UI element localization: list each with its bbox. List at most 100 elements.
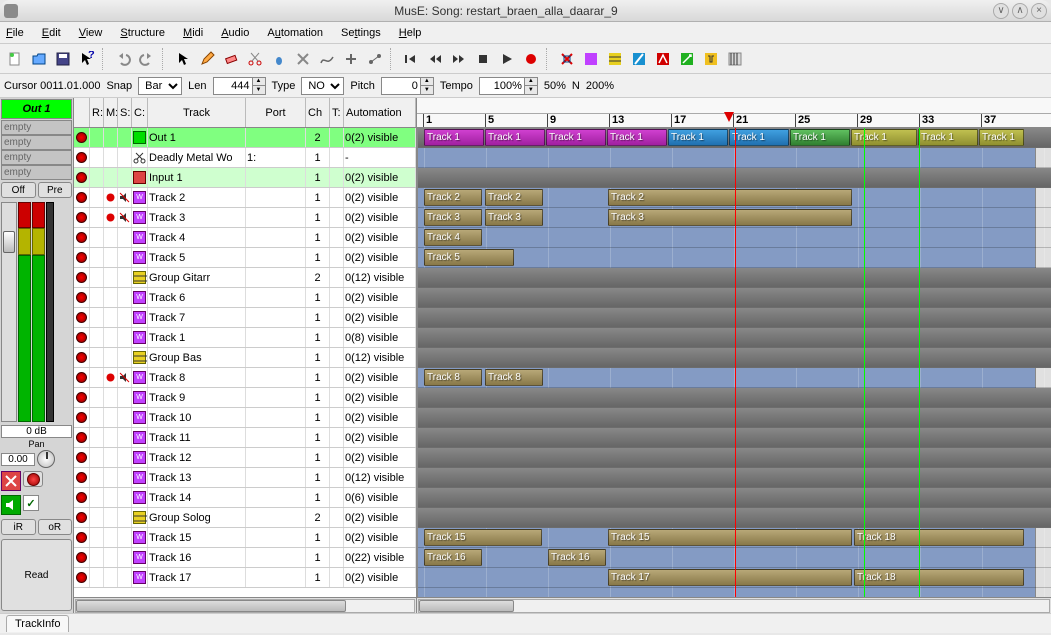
col-automation[interactable]: Automation bbox=[344, 98, 416, 127]
input-routing-button[interactable]: iR bbox=[1, 519, 36, 535]
track-channel[interactable]: 2 bbox=[306, 128, 330, 147]
track-port[interactable] bbox=[246, 448, 306, 467]
draw-tool[interactable] bbox=[316, 48, 338, 70]
arranger-part[interactable]: Track 1 bbox=[485, 129, 545, 146]
track-row[interactable]: Deadly Metal Wo1:1- bbox=[74, 148, 416, 168]
rec-dot-icon[interactable] bbox=[76, 172, 87, 183]
track-port[interactable] bbox=[246, 508, 306, 527]
track-row[interactable]: Group Solog 2 0(2) visible bbox=[74, 508, 416, 528]
track-port[interactable] bbox=[246, 548, 306, 567]
glue-tool[interactable] bbox=[268, 48, 290, 70]
arranger-part[interactable]: Track 3 bbox=[424, 209, 482, 226]
editor-6-button[interactable] bbox=[700, 48, 722, 70]
track-port[interactable] bbox=[246, 568, 306, 587]
track-row[interactable]: WTrack 1710(2) visible bbox=[74, 568, 416, 588]
marker-line[interactable] bbox=[919, 128, 920, 597]
rec-dot-icon[interactable] bbox=[76, 512, 87, 523]
track-channel[interactable]: 1 bbox=[306, 428, 330, 447]
editor-7-button[interactable] bbox=[724, 48, 746, 70]
pre-button[interactable]: Pre bbox=[38, 182, 73, 198]
menu-structure[interactable]: Structure bbox=[120, 27, 165, 39]
arranger-canvas[interactable]: Track 1Track 1Track 1Track 1Track 1Track… bbox=[417, 128, 1051, 597]
menu-edit[interactable]: Edit bbox=[42, 27, 61, 39]
arranger-part[interactable]: Track 1 bbox=[790, 129, 850, 146]
arranger-part[interactable]: Track 18 bbox=[854, 529, 1024, 546]
volume-fader[interactable] bbox=[1, 202, 17, 422]
menu-view[interactable]: View bbox=[79, 27, 103, 39]
playhead-line[interactable] bbox=[735, 128, 736, 597]
track-name[interactable]: Track 2 bbox=[148, 188, 246, 207]
marker-line[interactable] bbox=[864, 128, 865, 597]
track-row[interactable]: WTrack 1310(12) visible bbox=[74, 468, 416, 488]
rec-dot-icon[interactable] bbox=[76, 192, 87, 203]
track-name[interactable]: Track 9 bbox=[148, 388, 246, 407]
track-channel[interactable]: 1 bbox=[306, 288, 330, 307]
track-port[interactable] bbox=[246, 208, 306, 227]
arranger-part[interactable]: Track 2 bbox=[485, 189, 543, 206]
track-name[interactable]: Track 6 bbox=[148, 288, 246, 307]
track-automation[interactable]: 0(2) visible bbox=[344, 168, 416, 187]
menu-settings[interactable]: Settings bbox=[341, 27, 381, 39]
eraser-tool[interactable] bbox=[220, 48, 242, 70]
rec-dot-icon[interactable] bbox=[76, 272, 87, 283]
rec-dot-icon[interactable] bbox=[76, 492, 87, 503]
track-row[interactable]: Group Bas10(12) visible bbox=[74, 348, 416, 368]
track-row[interactable]: WTrack 310(2) visible bbox=[74, 208, 416, 228]
track-automation[interactable]: - bbox=[344, 148, 416, 167]
track-row[interactable]: Input 110(2) visible bbox=[74, 168, 416, 188]
col-m[interactable]: M: bbox=[104, 98, 118, 127]
track-port[interactable] bbox=[246, 348, 306, 367]
insert-slot[interactable]: empty bbox=[1, 150, 72, 165]
track-channel[interactable]: 2 bbox=[306, 508, 330, 527]
track-automation[interactable]: 0(2) visible bbox=[344, 208, 416, 227]
insert-slot[interactable]: empty bbox=[1, 135, 72, 150]
menu-help[interactable]: Help bbox=[399, 27, 422, 39]
track-channel[interactable]: 1 bbox=[306, 308, 330, 327]
track-automation[interactable]: 0(2) visible bbox=[344, 128, 416, 147]
type-select[interactable]: NO bbox=[301, 77, 344, 95]
track-name[interactable]: Deadly Metal Wo bbox=[148, 148, 246, 167]
rewind-start-button[interactable] bbox=[400, 48, 422, 70]
play-button[interactable] bbox=[496, 48, 518, 70]
rec-dot-icon[interactable] bbox=[76, 332, 87, 343]
insert-slot[interactable]: empty bbox=[1, 120, 72, 135]
editor-2-button[interactable] bbox=[604, 48, 626, 70]
snap-select[interactable]: Bar bbox=[138, 77, 182, 95]
len-spinner[interactable]: ▲▼ bbox=[253, 77, 266, 95]
track-name[interactable]: Track 4 bbox=[148, 228, 246, 247]
track-name[interactable]: Track 13 bbox=[148, 468, 246, 487]
track-channel[interactable]: 1 bbox=[306, 548, 330, 567]
track-port[interactable] bbox=[246, 388, 306, 407]
track-name[interactable]: Track 1 bbox=[148, 328, 246, 347]
track-channel[interactable]: 1 bbox=[306, 568, 330, 587]
track-name[interactable]: Group Solog bbox=[148, 508, 246, 527]
track-automation[interactable]: 0(2) visible bbox=[344, 508, 416, 527]
track-row[interactable]: WTrack 1210(2) visible bbox=[74, 448, 416, 468]
rec-dot-icon[interactable] bbox=[76, 472, 87, 483]
track-channel[interactable]: 1 bbox=[306, 328, 330, 347]
track-port[interactable] bbox=[246, 488, 306, 507]
redo-button[interactable] bbox=[136, 48, 158, 70]
arranger-part[interactable]: Track 8 bbox=[424, 369, 482, 386]
track-automation[interactable]: 0(2) visible bbox=[344, 408, 416, 427]
trackinfo-tab[interactable]: TrackInfo bbox=[6, 615, 69, 632]
automation-mode-button[interactable]: Read bbox=[1, 539, 72, 611]
pitch-spinner[interactable]: ▲▼ bbox=[421, 77, 434, 95]
rec-dot-icon[interactable] bbox=[76, 432, 87, 443]
pan-knob[interactable] bbox=[37, 450, 55, 468]
rec-dot-icon[interactable] bbox=[76, 412, 87, 423]
track-port[interactable] bbox=[246, 168, 306, 187]
rec-dot-icon[interactable] bbox=[76, 292, 87, 303]
track-row[interactable]: WTrack 1110(2) visible bbox=[74, 428, 416, 448]
track-port[interactable] bbox=[246, 228, 306, 247]
col-rec[interactable] bbox=[74, 98, 90, 127]
tracklist-hscroll[interactable] bbox=[74, 597, 416, 613]
track-automation[interactable]: 0(2) visible bbox=[344, 368, 416, 387]
menu-automation[interactable]: Automation bbox=[267, 27, 323, 39]
menu-audio[interactable]: Audio bbox=[221, 27, 249, 39]
track-port[interactable] bbox=[246, 188, 306, 207]
timeline-ruler[interactable]: 15913172125293337 bbox=[417, 98, 1051, 128]
tempo-50[interactable]: 50% bbox=[544, 80, 566, 92]
track-automation[interactable]: 0(2) visible bbox=[344, 528, 416, 547]
track-row[interactable]: WTrack 1410(6) visible bbox=[74, 488, 416, 508]
